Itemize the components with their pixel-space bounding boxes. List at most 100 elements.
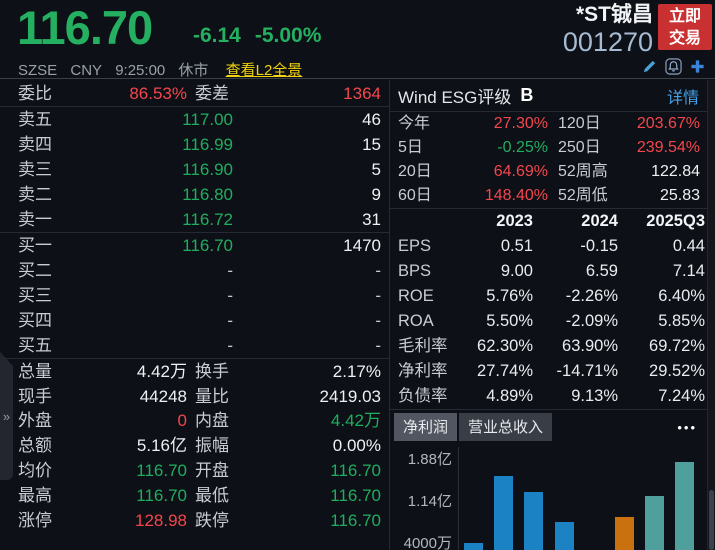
stat-label-left: 总量 bbox=[18, 361, 52, 381]
stat-label-left: 涨停 bbox=[18, 510, 52, 530]
col-2024: 2024 bbox=[581, 212, 618, 231]
stat-label-left: 总额 bbox=[18, 436, 52, 456]
stat-label-right: 量比 bbox=[195, 386, 229, 406]
stat-label-right: 开盘 bbox=[195, 461, 229, 481]
ask-price: 116.80 bbox=[182, 185, 233, 204]
esg-detail-link[interactable]: 详情 bbox=[667, 84, 699, 108]
info-panel: Wind ESG评级 B 详情 今年 27.30% 120日 203.67% 5… bbox=[390, 80, 707, 550]
perf-value-right: 25.83 bbox=[659, 187, 700, 204]
ask-volume: 5 bbox=[371, 160, 381, 179]
metric-2023: 0.51 bbox=[500, 237, 533, 256]
stat-value-right: 116.70 bbox=[330, 485, 381, 505]
bid-volume: - bbox=[375, 286, 381, 305]
metric-2024: -2.09% bbox=[565, 312, 618, 331]
ask-row[interactable]: 卖五 117.00 46 bbox=[0, 107, 389, 132]
market-status-line: SZSE CNY 9:25:00 休市 查看L2全景 bbox=[18, 59, 302, 80]
add-plus-icon[interactable] bbox=[689, 58, 706, 75]
edit-pencil-icon[interactable] bbox=[641, 58, 658, 75]
scrollbar-thumb[interactable] bbox=[709, 490, 714, 550]
perf-value-right: 239.54% bbox=[636, 139, 700, 156]
bid-row[interactable]: 买三 - - bbox=[0, 283, 389, 308]
metric-label: ROE bbox=[398, 287, 434, 306]
chart-bar bbox=[554, 522, 574, 550]
performance-section: 今年 27.30% 120日 203.67% 5日 -0.25% 250日 23… bbox=[390, 112, 707, 208]
bid-row[interactable]: 买一 116.70 1470 bbox=[0, 233, 389, 258]
stat-row: 涨停 128.98 跌停 116.70 bbox=[0, 508, 389, 533]
bid-row[interactable]: 买二 - - bbox=[0, 258, 389, 283]
weicha-label: 委差 bbox=[195, 83, 229, 103]
financials-row: 负债率 4.89% 9.13% 7.24% bbox=[390, 384, 707, 409]
esg-rating-row: Wind ESG评级 B 详情 bbox=[390, 80, 707, 112]
metric-2025q3: 0.44 bbox=[672, 237, 705, 256]
perf-value-left: -0.25% bbox=[497, 139, 548, 156]
stat-value-right: 0.00% bbox=[332, 436, 381, 456]
metric-2025q3: 29.52% bbox=[649, 362, 705, 381]
chart-bar bbox=[675, 461, 695, 550]
bid-row[interactable]: 买五 - - bbox=[0, 333, 389, 358]
ask-row[interactable]: 卖四 116.99 15 bbox=[0, 132, 389, 157]
l2-panorama-link[interactable]: 查看L2全景 bbox=[226, 62, 303, 79]
stat-value-right: 4.42万 bbox=[330, 411, 381, 431]
bid-price: - bbox=[227, 286, 233, 305]
ask-row[interactable]: 卖一 116.72 31 bbox=[0, 207, 389, 232]
performance-row: 5日 -0.25% 250日 239.54% bbox=[390, 136, 707, 160]
perf-label-left: 今年 bbox=[398, 115, 431, 132]
tab-net-profit[interactable]: 净利润 bbox=[394, 413, 458, 441]
stat-value-left: 128.98 bbox=[135, 510, 187, 530]
metric-2025q3: 7.14 bbox=[672, 262, 705, 281]
bid-price: - bbox=[227, 311, 233, 330]
ask-volume: 46 bbox=[362, 110, 381, 129]
side-panel-expander[interactable]: » bbox=[0, 352, 13, 480]
perf-label-right: 52周低 bbox=[558, 187, 608, 204]
ask-price: 116.90 bbox=[182, 160, 233, 179]
ask-volume: 15 bbox=[362, 135, 381, 154]
weibi-label: 委比 bbox=[18, 83, 52, 103]
ask-row[interactable]: 卖三 116.90 5 bbox=[0, 157, 389, 182]
stat-label-right: 最低 bbox=[195, 485, 229, 505]
stock-identity: *ST铖昌 001270 bbox=[563, 3, 653, 58]
esg-label: Wind ESG评级 bbox=[398, 88, 512, 107]
currency-label: CNY bbox=[70, 62, 103, 79]
perf-value-right: 122.84 bbox=[651, 163, 700, 180]
ask-row[interactable]: 卖二 116.80 9 bbox=[0, 182, 389, 207]
stat-label-left: 外盘 bbox=[18, 411, 52, 431]
metric-label: 毛利率 bbox=[398, 337, 448, 356]
metric-2023: 9.00 bbox=[500, 262, 533, 281]
metric-label: EPS bbox=[398, 237, 432, 256]
market-status: 休市 bbox=[178, 62, 209, 79]
col-2023: 2023 bbox=[496, 212, 533, 231]
chart-tab-bar: 净利润 营业总收入 ••• bbox=[390, 410, 707, 441]
more-options-icon[interactable]: ••• bbox=[677, 420, 697, 435]
metric-2023: 4.89% bbox=[486, 387, 533, 406]
change-value: -6.14 bbox=[193, 24, 241, 47]
perf-label-right: 120日 bbox=[558, 115, 601, 132]
financials-header-row: 2023 2024 2025Q3 bbox=[390, 209, 707, 234]
daily-stats: 总量 4.42万 换手 2.17% 现手 44248 量比 2419.03 外盘… bbox=[0, 359, 389, 533]
weibi-value: 86.53% bbox=[129, 83, 187, 103]
trade-now-button[interactable]: 立即 交易 bbox=[658, 4, 712, 50]
stat-value-right: 116.70 bbox=[330, 510, 381, 530]
last-price: 116.70 bbox=[17, 1, 153, 54]
bid-volume: - bbox=[375, 311, 381, 330]
ask-level-label: 卖五 bbox=[18, 110, 52, 129]
financials-row: ROA 5.50% -2.09% 5.85% bbox=[390, 309, 707, 334]
stat-label-right: 换手 bbox=[195, 361, 229, 381]
alert-bell-icon[interactable] bbox=[665, 58, 682, 75]
tab-total-revenue[interactable]: 营业总收入 bbox=[459, 413, 553, 441]
exchange-label: SZSE bbox=[18, 62, 58, 79]
ask-level-label: 卖四 bbox=[18, 135, 52, 154]
metric-2023: 5.50% bbox=[486, 312, 533, 331]
financials-table: 2023 2024 2025Q3 EPS 0.51 -0.15 0.44 BPS bbox=[390, 208, 707, 410]
stat-label-right: 振幅 bbox=[195, 436, 229, 456]
bid-level-label: 买五 bbox=[18, 336, 52, 355]
y-axis-tick: 4000万 bbox=[403, 535, 452, 550]
performance-row: 今年 27.30% 120日 203.67% bbox=[390, 112, 707, 136]
stat-value-right: 2.17% bbox=[332, 361, 381, 381]
metric-label: 净利率 bbox=[398, 362, 448, 381]
perf-label-right: 250日 bbox=[558, 139, 601, 156]
bid-row[interactable]: 买四 - - bbox=[0, 308, 389, 333]
bid-volume: - bbox=[375, 261, 381, 280]
perf-value-left: 64.69% bbox=[493, 163, 548, 180]
chevron-right-icon: » bbox=[2, 408, 11, 424]
stat-label-right: 跌停 bbox=[195, 510, 229, 530]
